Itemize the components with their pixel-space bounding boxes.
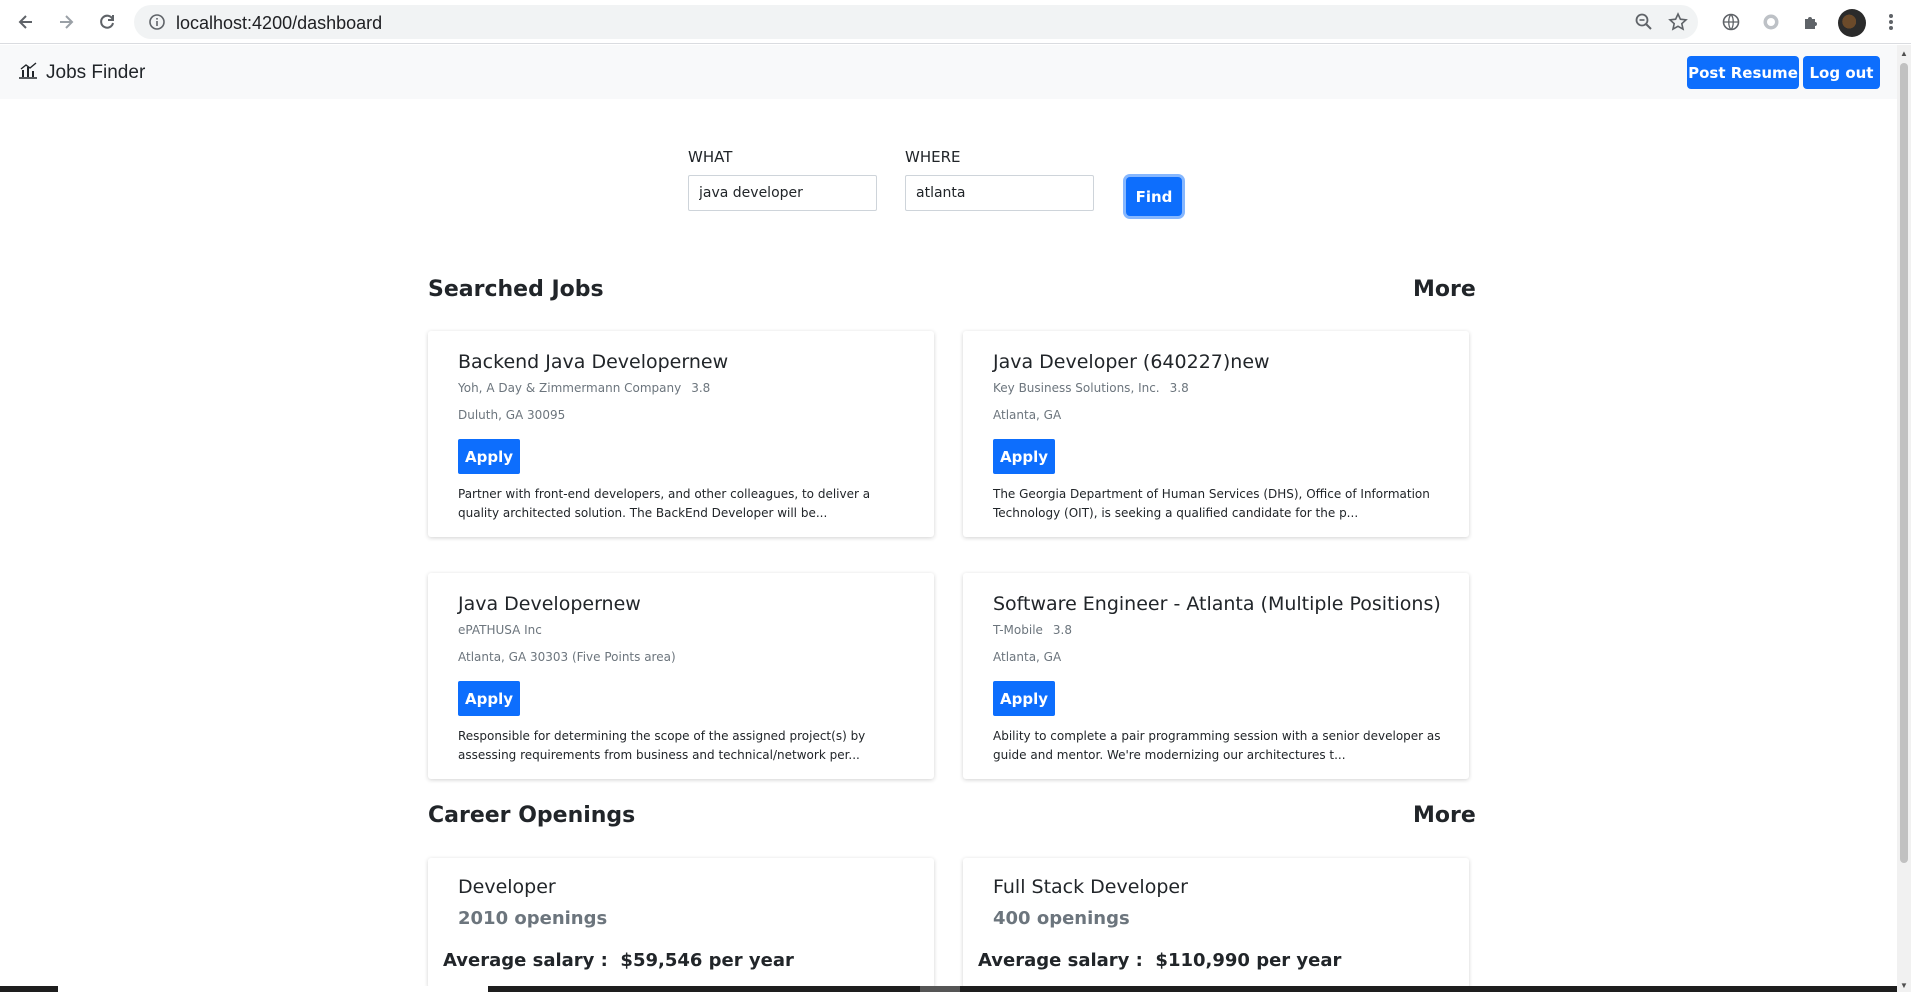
company-name: Key Business Solutions, Inc. — [993, 381, 1160, 395]
profile-avatar[interactable] — [1838, 9, 1866, 37]
reload-icon[interactable] — [94, 9, 120, 35]
searched-jobs-more-link[interactable]: More — [1413, 277, 1476, 302]
job-description: The Georgia Department of Human Services… — [993, 487, 1430, 520]
app-navbar: Jobs Finder Post Resume Log out — [0, 45, 1897, 99]
job-location: Atlanta, GA — [993, 650, 1062, 664]
scroll-thumb[interactable] — [1900, 63, 1908, 863]
browser-menu-icon[interactable] — [1879, 10, 1903, 34]
strip-segment — [58, 986, 488, 992]
job-title[interactable]: Backend Java Developernew — [458, 351, 728, 373]
career-title[interactable]: Developer — [458, 876, 556, 898]
logout-button[interactable]: Log out — [1803, 56, 1880, 89]
apply-button[interactable]: Apply — [458, 681, 520, 716]
where-label: WHERE — [905, 148, 961, 166]
company-rating: 3.8 — [1169, 381, 1189, 395]
what-label: WHAT — [688, 148, 733, 166]
career-openings-count: 2010 openings — [458, 908, 608, 929]
company-rating: 3.8 — [1052, 623, 1073, 637]
job-company: ePATHUSA Inc — [458, 623, 552, 637]
career-openings-title: Career Openings — [428, 803, 636, 828]
page-scrollbar[interactable]: ▲ ▼ — [1897, 45, 1911, 992]
career-openings-more-link[interactable]: More — [1413, 803, 1476, 828]
company-rating: 3.8 — [691, 381, 711, 395]
chart-bar-icon — [18, 61, 38, 85]
company-name: ePATHUSA Inc — [458, 623, 542, 637]
browser-toolbar: localhost:4200/dashboard — [0, 0, 1911, 44]
bottom-edge-strip — [0, 986, 1897, 992]
extensions-puzzle-icon[interactable] — [1799, 10, 1823, 34]
job-location: Atlanta, GA 30303 (Five Points area) — [458, 650, 676, 664]
where-input[interactable] — [905, 175, 1094, 211]
scroll-down-arrow-icon[interactable]: ▼ — [1900, 981, 1908, 990]
post-resume-button[interactable]: Post Resume — [1687, 56, 1799, 89]
salary-label: Average salary : — [978, 950, 1143, 971]
brand[interactable]: Jobs Finder — [18, 61, 145, 85]
career-card: Developer 2010 openings Average salary :… — [428, 858, 934, 988]
what-input[interactable] — [688, 175, 877, 211]
job-title[interactable]: Software Engineer - Atlanta (Multiple Po… — [993, 593, 1441, 615]
job-location: Duluth, GA 30095 — [458, 408, 566, 422]
job-company: T-Mobile 3.8 — [993, 623, 1072, 637]
globe-extension-icon[interactable] — [1759, 10, 1783, 34]
find-button[interactable]: Find — [1126, 177, 1182, 216]
job-description: Ability to complete a pair programming s… — [993, 729, 1441, 762]
job-title[interactable]: Java Developer (640227)new — [993, 351, 1270, 373]
job-company: Key Business Solutions, Inc. 3.8 — [993, 381, 1189, 395]
company-name: T-Mobile — [993, 623, 1043, 637]
apply-button[interactable]: Apply — [993, 439, 1055, 474]
job-location: Atlanta, GA — [993, 408, 1062, 422]
salary-value: $110,990 per year — [1155, 950, 1342, 971]
searched-jobs-title: Searched Jobs — [428, 277, 604, 302]
salary-label: Average salary : — [443, 950, 608, 971]
url-text[interactable]: localhost:4200/dashboard — [176, 13, 382, 34]
bookmark-star-icon[interactable] — [1668, 12, 1688, 37]
career-title[interactable]: Full Stack Developer — [993, 876, 1188, 898]
scroll-up-arrow-icon[interactable]: ▲ — [1900, 49, 1908, 58]
site-info-icon[interactable] — [148, 13, 166, 36]
job-description: Responsible for determining the scope of… — [458, 729, 866, 762]
address-bar[interactable]: localhost:4200/dashboard — [134, 5, 1698, 39]
job-card: Backend Java Developernew Yoh, A Day & Z… — [428, 331, 934, 537]
job-company: Yoh, A Day & Zimmermann Company 3.8 — [458, 381, 710, 395]
average-salary: Average salary : $59,546 per year — [443, 950, 794, 971]
strip-segment — [920, 986, 960, 992]
job-description: Partner with front-end developers, and o… — [458, 487, 871, 520]
apply-button[interactable]: Apply — [993, 681, 1055, 716]
forward-arrow-icon[interactable] — [53, 9, 79, 35]
translate-extension-icon[interactable] — [1719, 10, 1743, 34]
back-arrow-icon[interactable] — [13, 9, 39, 35]
zoom-icon[interactable] — [1634, 12, 1654, 37]
job-card: Java Developer (640227)new Key Business … — [963, 331, 1469, 537]
job-card: Java Developernew ePATHUSA Inc Atlanta, … — [428, 573, 934, 779]
salary-value: $59,546 per year — [620, 950, 794, 971]
brand-name: Jobs Finder — [46, 62, 146, 83]
average-salary: Average salary : $110,990 per year — [978, 950, 1341, 971]
apply-button[interactable]: Apply — [458, 439, 520, 474]
career-card: Full Stack Developer 400 openings Averag… — [963, 858, 1469, 988]
company-name: Yoh, A Day & Zimmermann Company — [458, 381, 682, 395]
career-openings-count: 400 openings — [993, 908, 1130, 929]
job-card: Software Engineer - Atlanta (Multiple Po… — [963, 573, 1469, 779]
job-title[interactable]: Java Developernew — [458, 593, 641, 615]
